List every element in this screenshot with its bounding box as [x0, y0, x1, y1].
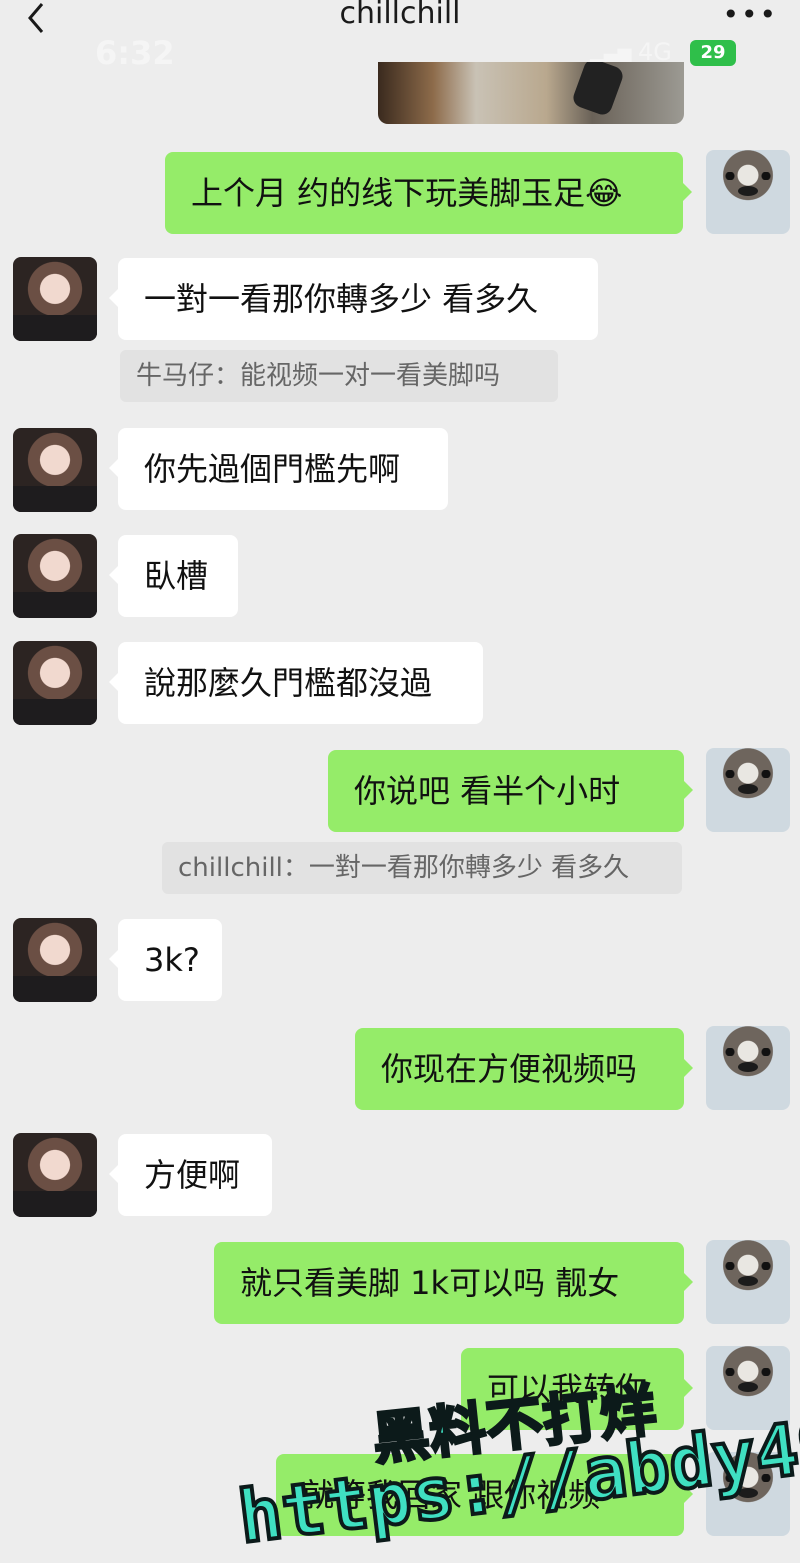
message-bubble-incoming[interactable]: 一對一看那你轉多少 看多久	[109, 258, 598, 340]
battery-icon: 29	[690, 40, 736, 66]
chat-title: chillchill	[339, 0, 461, 31]
quoted-reply[interactable]: chillchill：一對一看那你轉多少 看多久	[162, 842, 682, 894]
avatar-self[interactable]	[706, 1346, 790, 1430]
message-bubble-outgoing[interactable]: 你说吧 看半个小时	[328, 750, 693, 832]
quoted-reply[interactable]: 牛马仔：能视频一对一看美脚吗	[120, 350, 558, 402]
message-bubble-outgoing[interactable]: 上个月 约的线下玩美脚玉足😂	[165, 152, 692, 234]
avatar-contact[interactable]	[13, 1133, 97, 1217]
avatar-contact[interactable]	[13, 534, 97, 618]
message-bubble-incoming[interactable]: 臥槽	[109, 535, 238, 617]
avatar-self[interactable]	[706, 1452, 790, 1536]
message-bubble-incoming[interactable]: 你先過個門檻先啊	[109, 428, 448, 510]
status-time: 6:32	[95, 34, 175, 72]
message-bubble-outgoing[interactable]: 就等我回家 跟你视频	[276, 1454, 693, 1536]
avatar-self[interactable]	[706, 1026, 790, 1110]
avatar-self[interactable]	[706, 748, 790, 832]
message-bubble-outgoing[interactable]: 你现在方便视频吗	[355, 1028, 693, 1110]
image-message[interactable]	[378, 62, 684, 124]
avatar-contact[interactable]	[13, 257, 97, 341]
more-options-icon[interactable]: •••	[722, 0, 778, 31]
message-bubble-incoming[interactable]: 說那麼久門檻都沒過	[109, 642, 483, 724]
message-bubble-incoming[interactable]: 方便啊	[109, 1134, 272, 1216]
message-bubble-incoming[interactable]: 3k?	[109, 919, 222, 1001]
avatar-contact[interactable]	[13, 641, 97, 725]
avatar-contact[interactable]	[13, 428, 97, 512]
message-bubble-outgoing[interactable]: 就只看美脚 1k可以吗 靓女	[214, 1242, 693, 1324]
avatar-self[interactable]	[706, 150, 790, 234]
avatar-contact[interactable]	[13, 918, 97, 1002]
avatar-self[interactable]	[706, 1240, 790, 1324]
message-bubble-outgoing[interactable]: 可以我转你	[461, 1348, 693, 1430]
